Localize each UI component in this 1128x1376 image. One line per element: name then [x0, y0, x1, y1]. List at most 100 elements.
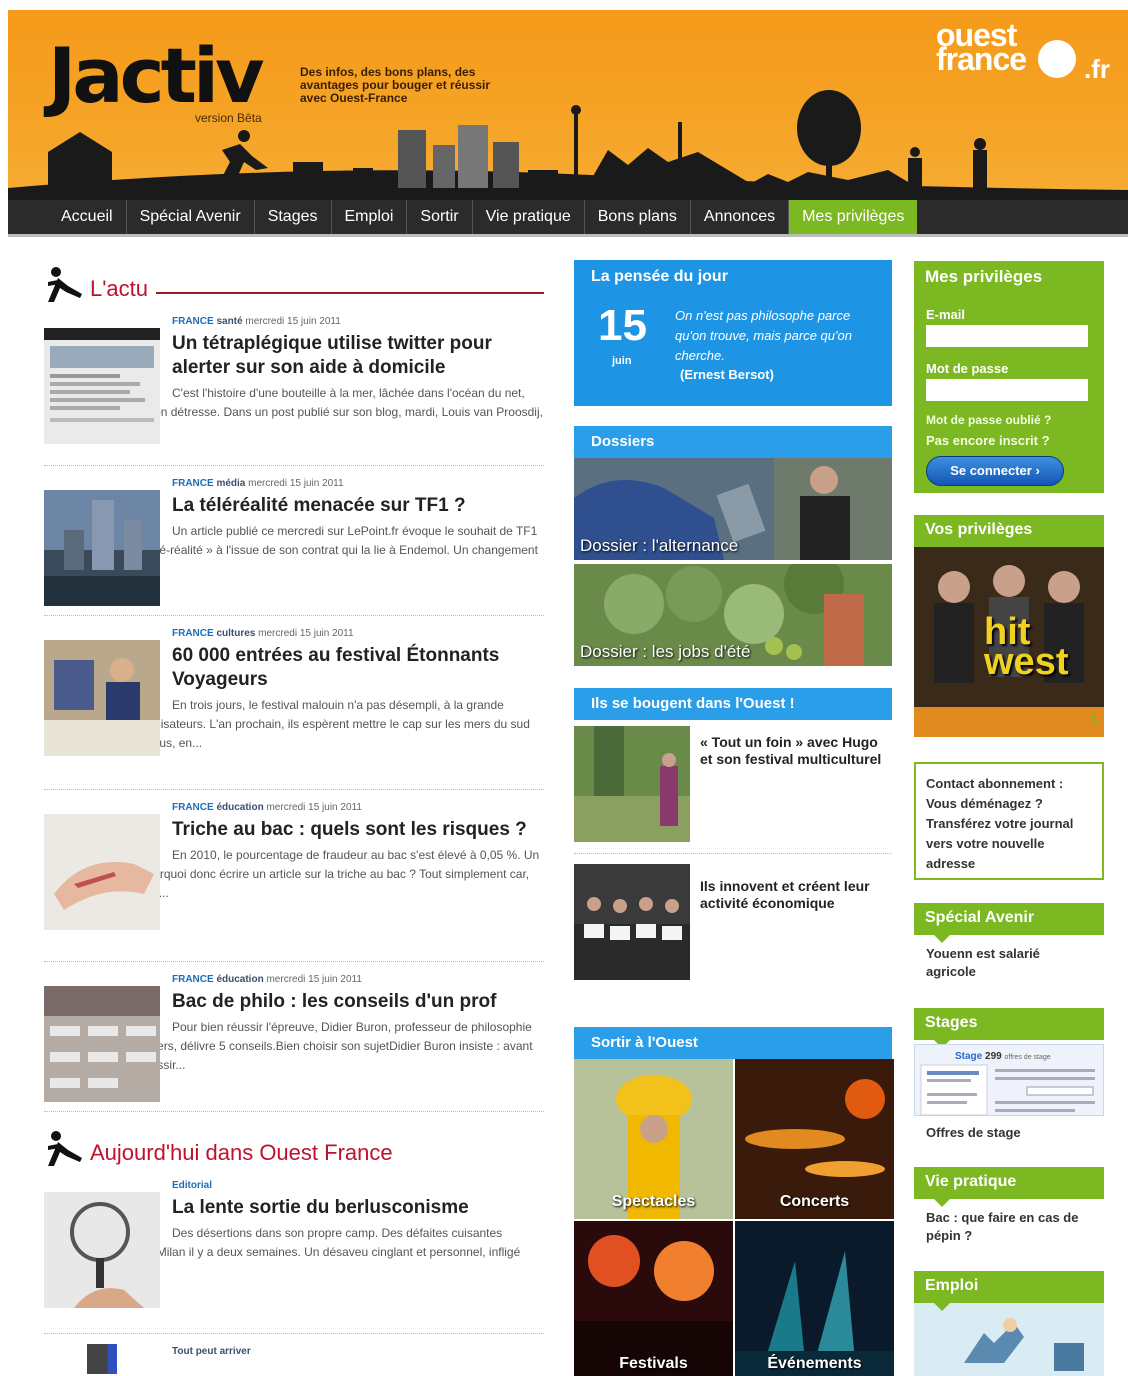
bougent-text[interactable]: Ils innovent et créent leur activité éco… [700, 878, 890, 912]
hitwest-banner[interactable]: hit west 1 [914, 547, 1104, 737]
vos-privileges-title: Vos privilèges [914, 515, 1104, 555]
vie-pratique-text[interactable]: Bac : que faire en cas de pépin ? [914, 1199, 1104, 1255]
article-category[interactable]: FRANCE [172, 974, 214, 985]
register-link[interactable]: Pas encore inscrit ? [926, 433, 1092, 448]
article-title[interactable]: Un tétraplégique utilise twitter pour al… [172, 332, 544, 380]
bougent-text[interactable]: « Tout un foin » avec Hugo et son festiv… [700, 734, 890, 768]
article-date: mercredi 15 juin 2011 [248, 478, 344, 489]
sortir-caption: Spectacles [611, 1193, 696, 1210]
article-category[interactable]: Tout peut arriver [172, 1346, 251, 1357]
article-category[interactable]: Editorial [172, 1180, 212, 1191]
sortir-festivals[interactable]: Festivals [574, 1221, 733, 1376]
dossier-caption[interactable]: Dossier : les jobs d'été [580, 642, 751, 662]
article-meta: FRANCE éducation mercredi 15 juin 2011 [172, 802, 544, 815]
article-item[interactable]: FRANCE média mercredi 15 juin 2011 La té… [44, 466, 544, 616]
article-thumbnail[interactable] [44, 814, 160, 930]
nav-bons-plans[interactable]: Bons plans [585, 200, 691, 234]
sortir-evenements[interactable]: Événements [735, 1221, 894, 1376]
bougent-item[interactable]: « Tout un foin » avec Hugo et son festiv… [574, 720, 892, 854]
stages-text[interactable]: Offres de stage [914, 1116, 1104, 1152]
article-item[interactable]: Editorial La lente sortie du berlusconis… [44, 1168, 544, 1334]
vie-pratique-box: Vie pratique Bac : que faire en cas de p… [914, 1167, 1104, 1255]
nav-annonces[interactable]: Annonces [691, 200, 790, 234]
article-thumbnail[interactable] [44, 986, 160, 1102]
hitwest-logo: hit west [984, 611, 1069, 684]
stages-thumbnail[interactable]: Stage 299 offres de stage [914, 1044, 1104, 1116]
stages-title[interactable]: Stages [914, 1008, 1104, 1048]
stages-thumb-count: 299 [985, 1051, 1002, 1062]
stages-box: Stages Stage 299 offres de stage Offres … [914, 1008, 1104, 1152]
article-title[interactable]: Triche au bac : quels sont les risques ? [172, 818, 544, 842]
article-meta: FRANCE cultures mercredi 15 juin 2011 [172, 628, 544, 641]
article-item[interactable]: FRANCE santé mercredi 15 juin 2011 Un té… [44, 304, 544, 466]
article-title[interactable]: La téléréalité menacée sur TF1 ? [172, 494, 544, 518]
password-field[interactable] [926, 379, 1088, 401]
sortir-spectacles[interactable]: Spectacles [574, 1059, 733, 1219]
article-category[interactable]: FRANCE [172, 628, 214, 639]
emploi-illustration[interactable] [914, 1303, 1104, 1376]
forgot-password-link[interactable]: Mot de passe oublié ? [926, 413, 1092, 427]
article-meta: Editorial [172, 1180, 544, 1193]
pensee-title: La pensée du jour [591, 268, 728, 285]
login-button[interactable]: Se connecter › [926, 456, 1064, 486]
article-category[interactable]: FRANCE [172, 478, 214, 489]
nav-stages[interactable]: Stages [255, 200, 332, 234]
mes-privileges-box: Mes privilèges E-mail Mot de passe Mot d… [914, 261, 1104, 493]
pensee-du-jour: La pensée du jour 15 juin On n'est pas p… [574, 260, 892, 406]
email-field[interactable] [926, 325, 1088, 347]
dossier-alternance[interactable]: Dossier : l'alternance [574, 458, 892, 560]
contact-text[interactable]: Contact abonnement : Vous déménagez ? Tr… [916, 764, 1102, 884]
article-item[interactable]: FRANCE cultures mercredi 15 juin 2011 60… [44, 616, 544, 790]
article-meta: Tout peut arriver [172, 1346, 544, 1359]
sortir-caption: Événements [767, 1355, 862, 1372]
vie-pratique-title[interactable]: Vie pratique [914, 1167, 1104, 1207]
pensee-month: juin [612, 355, 632, 367]
article-thumbnail[interactable] [44, 490, 160, 606]
article-title[interactable]: Bac de philo : les conseils d'un prof [172, 990, 544, 1014]
article-item[interactable]: Tout peut arriver [44, 1334, 544, 1374]
special-avenir-box: Spécial Avenir Youenn est salarié agrico… [914, 903, 1104, 991]
nav-vie-pratique[interactable]: Vie pratique [473, 200, 585, 234]
article-item[interactable]: FRANCE éducation mercredi 15 juin 2011 T… [44, 790, 544, 962]
article-category[interactable]: FRANCE [172, 316, 214, 327]
emploi-title[interactable]: Emploi [914, 1271, 1104, 1311]
vos-privileges-box: Vos privilèges hit west 1 [914, 515, 1104, 737]
left-column: L'actu FRANCE santé mercredi 15 juin 201… [44, 258, 544, 1374]
bougent-image[interactable] [574, 864, 690, 980]
dossiers-box: Dossiers Dossier : l'alternance Dossier … [574, 426, 892, 666]
bougent-image[interactable] [574, 726, 690, 842]
sortir-caption: Concerts [779, 1193, 850, 1210]
article-thumbnail[interactable] [44, 328, 160, 444]
nav-special-avenir[interactable]: Spécial Avenir [127, 200, 255, 234]
dossier-caption[interactable]: Dossier : l'alternance [580, 536, 738, 556]
sortir-concerts[interactable]: Concerts [735, 1059, 894, 1219]
special-avenir-title[interactable]: Spécial Avenir [914, 903, 1104, 943]
nav-accueil[interactable]: Accueil [48, 200, 127, 234]
nav-emploi[interactable]: Emploi [332, 200, 408, 234]
article-thumbnail[interactable] [44, 1344, 160, 1374]
article-subcategory[interactable]: éducation [216, 974, 263, 985]
article-title[interactable]: 60 000 entrées au festival Étonnants Voy… [172, 644, 544, 692]
special-avenir-text[interactable]: Youenn est salarié agricole [914, 935, 1104, 991]
sortir-title: Sortir à l'Ouest [574, 1027, 892, 1059]
nav-sortir[interactable]: Sortir [407, 200, 473, 234]
actu-title: L'actu [90, 276, 149, 301]
aujourdhui-header: Aujourd'hui dans Ouest France [44, 1122, 544, 1168]
article-title[interactable]: La lente sortie du berlusconisme [172, 1196, 544, 1220]
login-form: E-mail Mot de passe Mot de passe oublié … [914, 293, 1104, 493]
article-category[interactable]: FRANCE [172, 802, 214, 813]
stages-thumb-header: Stage 299 offres de stage [955, 1051, 1051, 1062]
pensee-author: (Ernest Bersot) [680, 367, 774, 382]
article-meta: FRANCE éducation mercredi 15 juin 2011 [172, 974, 544, 987]
article-subcategory[interactable]: cultures [216, 628, 255, 639]
contact-box[interactable]: Contact abonnement : Vous déménagez ? Tr… [914, 762, 1104, 880]
article-subcategory[interactable]: éducation [216, 802, 263, 813]
article-thumbnail[interactable] [44, 640, 160, 756]
article-subcategory[interactable]: santé [216, 316, 242, 327]
nav-mes-privileges[interactable]: Mes privilèges [789, 200, 918, 234]
bougent-item[interactable]: Ils innovent et créent leur activité éco… [574, 854, 892, 1014]
article-thumbnail[interactable] [44, 1192, 160, 1308]
article-subcategory[interactable]: média [216, 478, 245, 489]
dossier-jobs-ete[interactable]: Dossier : les jobs d'été [574, 564, 892, 666]
article-item[interactable]: FRANCE éducation mercredi 15 juin 2011 B… [44, 962, 544, 1112]
